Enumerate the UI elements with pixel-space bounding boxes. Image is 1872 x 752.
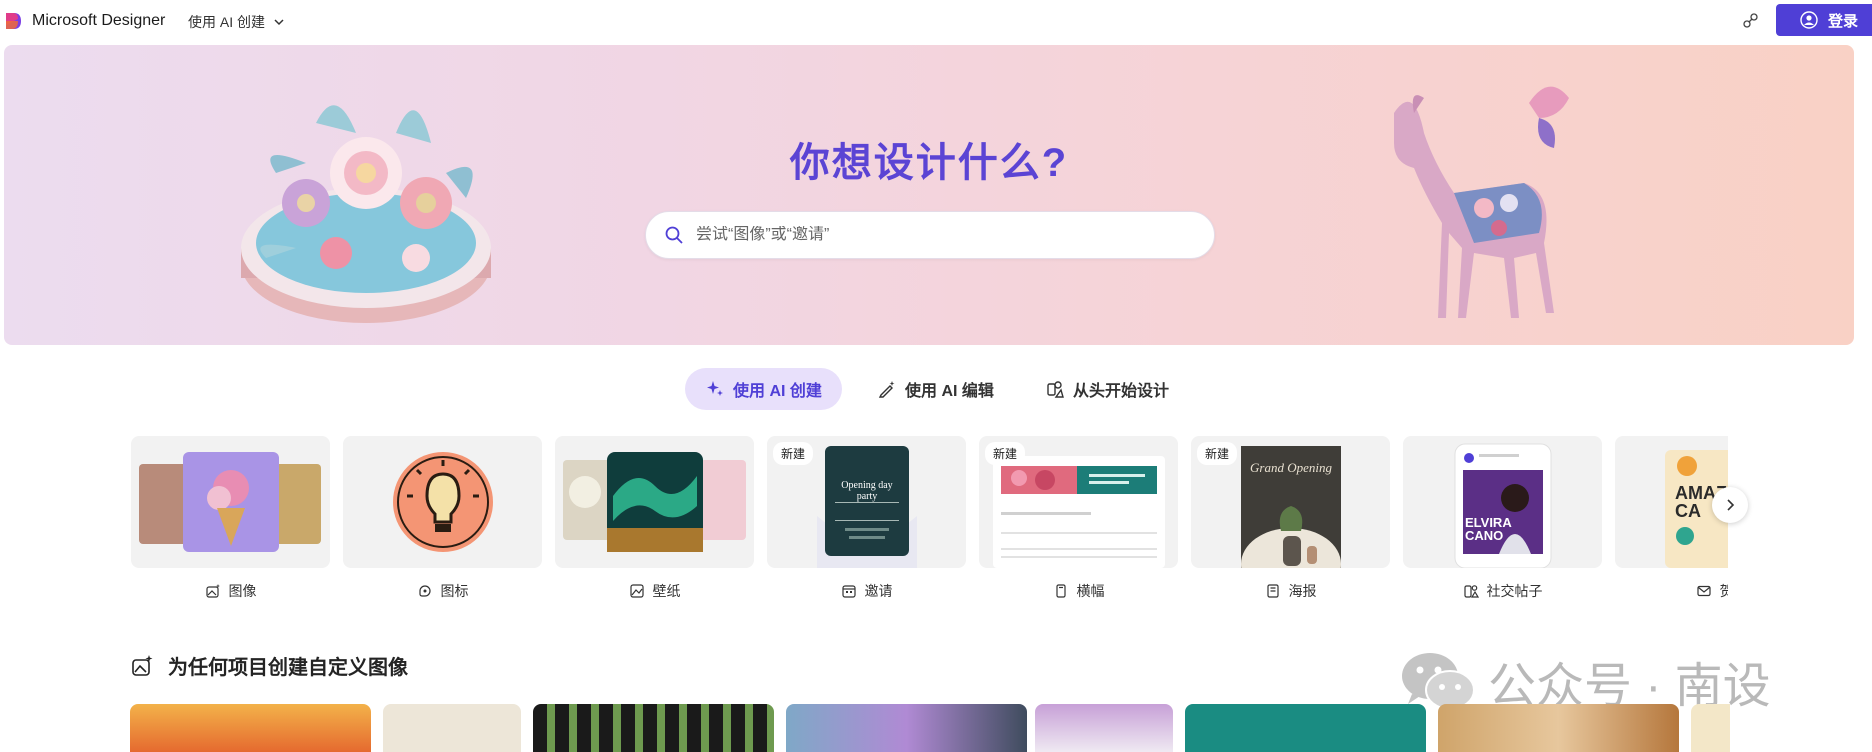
poster-icon	[1266, 584, 1279, 598]
search-input[interactable]	[696, 226, 1176, 244]
social-post-icon	[1463, 585, 1479, 598]
designer-logo-icon	[6, 13, 21, 29]
person-icon	[1800, 11, 1818, 29]
image-sparkle-icon	[132, 654, 153, 676]
magic-edit-icon	[878, 381, 895, 398]
gallery-image[interactable]	[1438, 704, 1679, 752]
top-bar: Microsoft Designer 使用 AI 创建 登录	[0, 0, 1872, 42]
chevron-right-icon	[1727, 499, 1735, 511]
mode-dropdown[interactable]: 使用 AI 创建	[188, 12, 285, 32]
card-thumbnail: 新建 Grand Opening	[1191, 436, 1390, 568]
template-carousel: 图像 图标 壁纸 新建 Opening day party 邀请 新建 横幅 新…	[131, 436, 1728, 606]
image-sparkle-icon	[205, 584, 220, 598]
brand-name: Microsoft Designer	[32, 12, 166, 29]
card-poster[interactable]: 新建 Grand Opening 海报	[1191, 436, 1390, 601]
card-image[interactable]: 图像	[131, 436, 330, 601]
wechat-icon	[1402, 653, 1475, 710]
card-thumbnail	[343, 436, 542, 568]
card-wallpaper[interactable]: 壁纸	[555, 436, 754, 601]
search-bar[interactable]	[645, 211, 1215, 259]
calendar-icon	[841, 585, 856, 598]
tab-create-with-ai[interactable]: 使用 AI 创建	[685, 368, 842, 410]
mail-icon	[1696, 585, 1711, 597]
lightbulb-thumbnail	[393, 452, 493, 552]
carousel-next-button[interactable]	[1712, 487, 1748, 523]
card-label: 横幅	[1076, 583, 1105, 599]
card-label-row: 壁纸	[555, 581, 754, 601]
aurora-thumbnail	[563, 452, 746, 552]
mode-dropdown-label: 使用 AI 创建	[188, 14, 266, 30]
flower-island-illustration	[241, 105, 491, 323]
design-shapes-icon	[1047, 381, 1064, 398]
tab-edit-with-ai[interactable]: 使用 AI 编辑	[857, 368, 1014, 410]
social-thumb-text: ELVIRA CANO	[1465, 515, 1512, 543]
image-collage-thumbnail	[139, 452, 321, 552]
card-thumbnail: AMAZING CA	[1615, 436, 1728, 568]
card-thumbnail	[555, 436, 754, 568]
login-label: 登录	[1828, 12, 1859, 30]
gallery-image[interactable]	[533, 704, 774, 752]
card-label-row: 横幅	[979, 581, 1178, 601]
card-banner[interactable]: 新建 横幅	[979, 436, 1178, 601]
search-icon	[665, 226, 683, 244]
paper-deer-illustration	[1394, 86, 1569, 318]
card-label-row: 社交帖子	[1403, 581, 1602, 601]
share-icon[interactable]	[1741, 11, 1761, 31]
hero-banner: 你想设计什么?	[4, 45, 1854, 345]
card-label: 贺	[1719, 583, 1729, 599]
card-label-row: 图标	[343, 581, 542, 601]
gallery-image[interactable]	[130, 704, 371, 752]
tab-design-from-scratch[interactable]: 从头开始设计	[1025, 368, 1189, 410]
card-thumbnail	[131, 436, 330, 568]
card-label: 海报	[1288, 583, 1317, 599]
gallery-image[interactable]	[383, 704, 521, 752]
image-gallery	[130, 704, 1730, 752]
card-invitation[interactable]: 新建 Opening day party 邀请	[767, 436, 966, 601]
banner-icon	[1055, 584, 1066, 598]
card-label-row: 海报	[1191, 581, 1390, 601]
create-mode-tabs: 使用 AI 创建 使用 AI 编辑 从头开始设计	[0, 368, 1872, 410]
tab-label: 使用 AI 编辑	[905, 383, 994, 400]
login-button[interactable]: 登录	[1776, 4, 1872, 36]
new-badge: 新建	[985, 442, 1026, 465]
card-social-post[interactable]: ELVIRA CANO 社交帖子	[1403, 436, 1602, 601]
card-greeting[interactable]: AMAZING CA 贺	[1615, 436, 1728, 601]
new-badge: 新建	[773, 442, 814, 465]
card-label: 社交帖子	[1486, 583, 1543, 599]
gallery-image[interactable]	[786, 704, 1027, 752]
custom-images-section-header: 为任何项目创建自定义图像	[130, 651, 408, 680]
card-thumbnail: ELVIRA CANO	[1403, 436, 1602, 568]
tab-label: 从头开始设计	[1073, 383, 1170, 400]
sparkle-icon	[707, 381, 723, 396]
card-label: 壁纸	[652, 583, 681, 599]
card-label: 图标	[440, 583, 469, 599]
chevron-down-icon	[274, 19, 284, 26]
poster-thumb-text: Grand Opening	[1250, 460, 1332, 475]
card-label: 图像	[228, 583, 257, 599]
card-label-row: 图像	[131, 581, 330, 601]
invitation-thumb-text: Opening day party	[841, 480, 893, 502]
card-label-row: 贺	[1615, 581, 1728, 601]
card-icon[interactable]: 图标	[343, 436, 542, 601]
section-title: 为任何项目创建自定义图像	[168, 657, 408, 679]
tab-label: 使用 AI 创建	[733, 383, 822, 400]
gallery-image[interactable]	[1035, 704, 1173, 752]
card-thumbnail: 新建 Opening day party	[767, 436, 966, 568]
card-thumbnail: 新建	[979, 436, 1178, 568]
card-label-row: 邀请	[767, 581, 966, 601]
gallery-image[interactable]	[1691, 704, 1730, 752]
sticker-icon	[418, 585, 431, 597]
card-label: 邀请	[864, 583, 893, 599]
new-badge: 新建	[1197, 442, 1238, 465]
brand[interactable]: Microsoft Designer	[4, 11, 165, 31]
gallery-image[interactable]	[1185, 704, 1426, 752]
social-post-thumbnail	[1454, 443, 1552, 568]
wallpaper-icon	[629, 584, 644, 598]
